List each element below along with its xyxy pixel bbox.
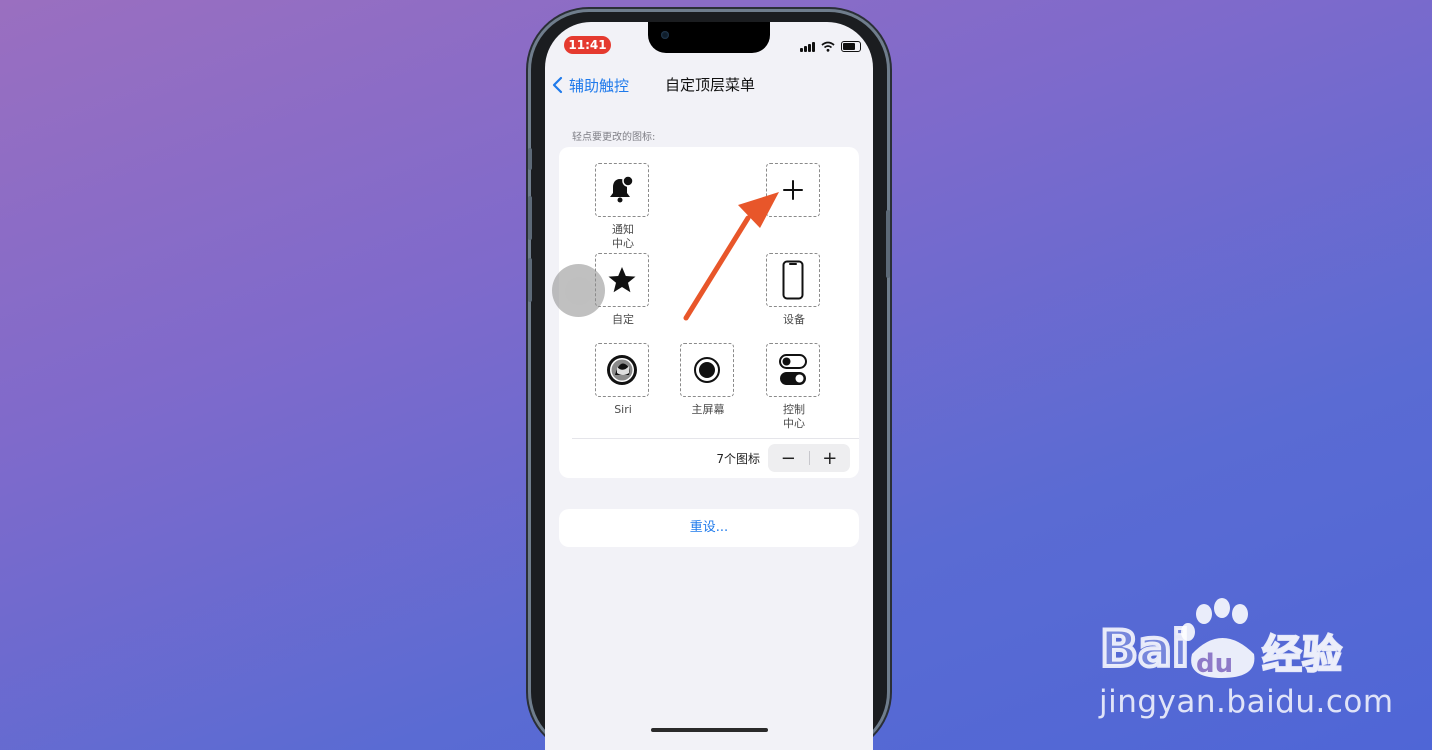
status-time: 11:41: [564, 36, 611, 54]
svg-text:经验: 经验: [1262, 632, 1342, 678]
icon-slot-label: 通知 中心: [612, 223, 634, 250]
phone-volume-up-button: [528, 196, 532, 240]
stepper-decrement-button[interactable]: −: [768, 444, 809, 472]
iphone-icon: [782, 260, 804, 300]
chevron-left-icon: [552, 76, 563, 94]
status-icons: [800, 40, 861, 52]
watermark-url: jingyan.baidu.com: [1099, 684, 1394, 720]
icon-slot-notification-center[interactable]: [595, 163, 649, 217]
phone-power-button: [886, 210, 890, 278]
icon-slot-label: 设备: [783, 313, 805, 326]
reset-button[interactable]: 重设...: [559, 509, 859, 547]
icon-slot-label: 自定: [612, 313, 634, 326]
front-camera: [661, 31, 669, 39]
home-indicator: [651, 728, 768, 732]
icon-slot-label: 主屏幕: [691, 403, 725, 416]
svg-text:du: du: [1196, 649, 1233, 679]
phone-volume-down-button: [528, 258, 532, 302]
cellular-signal-icon: [800, 41, 815, 52]
bell-badge-icon: [610, 175, 634, 203]
icon-slot-label: Siri: [614, 403, 632, 416]
icon-slot-device[interactable]: [766, 253, 820, 307]
assistive-touch-button[interactable]: [552, 264, 605, 317]
back-button[interactable]: 辅助触控: [552, 74, 629, 96]
svg-text:Bai: Bai: [1100, 620, 1189, 678]
wifi-icon: [820, 41, 835, 52]
battery-icon: [840, 40, 861, 52]
icon-count-stepper[interactable]: − +: [768, 444, 850, 472]
baidu-jingyan-logo: Bai du 经验: [1098, 598, 1343, 680]
back-button-label: 辅助触控: [569, 76, 630, 95]
icon-slot-siri[interactable]: [595, 343, 649, 397]
star-icon: [608, 267, 636, 293]
section-caption: 轻点要更改的图标:: [572, 132, 656, 143]
siri-icon: [607, 355, 637, 385]
icon-slot-home[interactable]: [680, 343, 734, 397]
stepper-increment-button[interactable]: +: [810, 444, 851, 472]
icon-slot-control-center[interactable]: [766, 343, 820, 397]
divider: [572, 438, 859, 439]
page-title: 自定顶层菜单: [664, 76, 755, 94]
plus-icon: [783, 180, 803, 200]
home-button-icon: [694, 357, 720, 383]
assistive-touch-inner: [564, 276, 593, 305]
phone-silent-switch: [528, 148, 532, 170]
icon-slot-label: 控制 中心: [783, 403, 805, 430]
icon-slot-add[interactable]: [766, 163, 820, 217]
icon-count-label: 7个图标: [716, 452, 760, 466]
toggles-icon: [779, 354, 807, 385]
